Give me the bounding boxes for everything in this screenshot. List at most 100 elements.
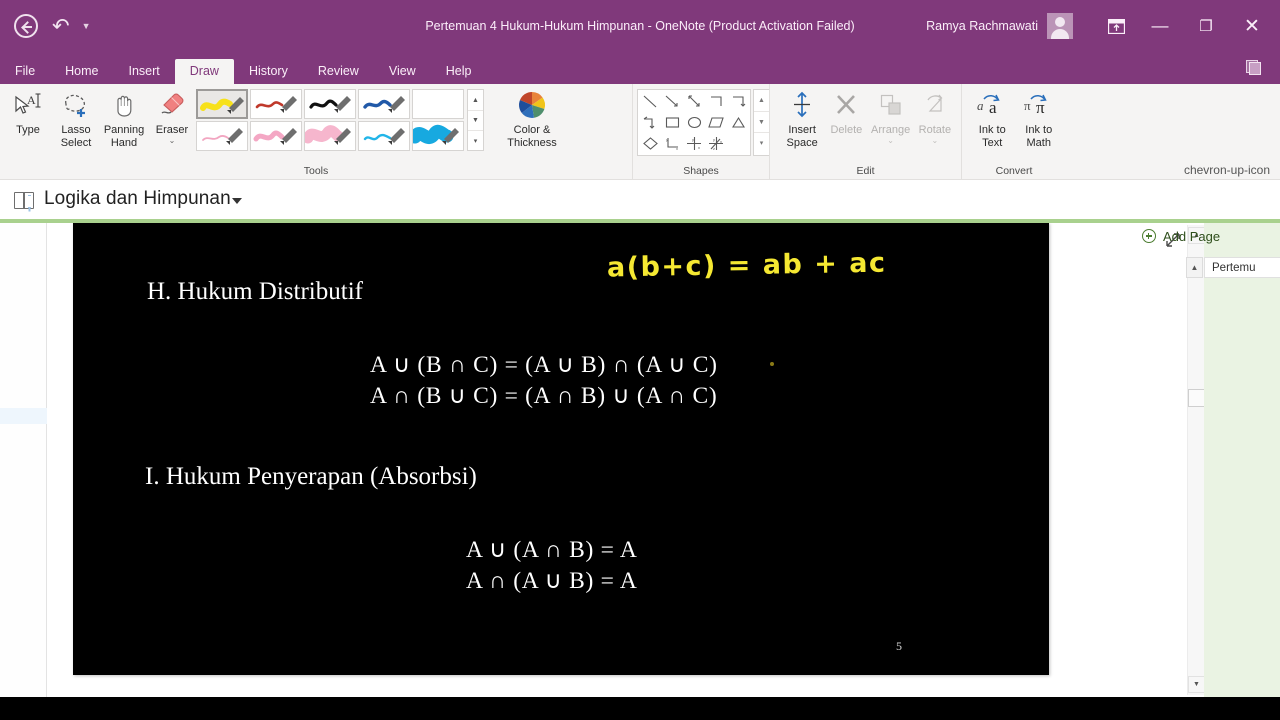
- eraser-button[interactable]: Eraser ⌄: [148, 84, 196, 156]
- page-canvas[interactable]: a(b+c) = ab + ac H. Hukum Distributif A …: [48, 223, 1105, 697]
- pen-blue[interactable]: [358, 89, 410, 119]
- lasso-select-label: Lasso Select: [60, 124, 92, 149]
- shapes-down-button[interactable]: ▼: [754, 111, 769, 132]
- svg-text:a: a: [977, 98, 984, 113]
- ribbon-tab-bar: File Home Insert Draw History Review Vie…: [0, 52, 1280, 84]
- pen-black[interactable]: [304, 89, 356, 119]
- axis-3d-icon[interactable]: yxz: [705, 133, 727, 154]
- tab-insert[interactable]: Insert: [114, 59, 175, 85]
- color-thickness-button[interactable]: Color & Thickness: [494, 84, 570, 156]
- type-tool-button[interactable]: A Type: [4, 84, 52, 156]
- axis-cross-icon[interactable]: yx: [683, 133, 705, 154]
- pen-empty-1[interactable]: [412, 89, 464, 119]
- shapes-group-label: Shapes: [683, 165, 719, 177]
- svg-text:π: π: [1024, 98, 1031, 113]
- svg-text:y: y: [713, 137, 715, 142]
- pen-pink[interactable]: [250, 121, 302, 151]
- tab-review[interactable]: Review: [303, 59, 374, 85]
- ellipse-icon[interactable]: [683, 112, 705, 133]
- slide-heading-distributif: H. Hukum Distributif: [147, 278, 363, 305]
- pen-pink-highlighter[interactable]: [304, 121, 356, 151]
- slide-heading-penyerapan: I. Hukum Penyerapan (Absorbsi): [145, 463, 477, 490]
- ribbon-collapse-icon[interactable]: chevron-up-icon: [1184, 163, 1270, 177]
- add-page-button[interactable]: Add Page: [1136, 223, 1280, 249]
- user-avatar-icon[interactable]: [1047, 13, 1073, 39]
- slide-page-number: 5: [896, 639, 902, 653]
- rectangle-icon[interactable]: [661, 112, 683, 133]
- diamond-icon[interactable]: [639, 133, 661, 154]
- delete-label: Delete: [830, 124, 863, 136]
- tab-draw[interactable]: Draw: [174, 58, 234, 84]
- pen-gallery-down-button[interactable]: ▼: [468, 110, 483, 130]
- notebook-bar: Logika dan Himpunan review Pertemuan 4 +…: [0, 181, 1280, 397]
- shapes-more-button[interactable]: ▾: [754, 132, 769, 153]
- insert-space-icon: [790, 88, 814, 122]
- svg-text:x: x: [720, 139, 722, 144]
- pen-gallery-nav: ▲ ▼ ▾: [467, 89, 484, 151]
- pen-yellow-highlighter[interactable]: [196, 89, 248, 119]
- ribbon-display-options-icon[interactable]: [1095, 11, 1137, 41]
- ribbon-group-edit: Insert Space Delete Arrange ⌄ Rotate ⌄ E…: [769, 84, 961, 180]
- tab-help[interactable]: Help: [431, 59, 487, 85]
- ribbon-group-shapes: yx yx yxz ▲ ▼ ▾ Shapes: [632, 84, 770, 180]
- line-icon[interactable]: [639, 91, 661, 112]
- arrow-line-icon[interactable]: [661, 91, 683, 112]
- scroll-down-arrow-icon[interactable]: ▼: [1188, 676, 1205, 693]
- panning-hand-button[interactable]: Panning Hand: [100, 84, 148, 156]
- pen-red[interactable]: [250, 89, 302, 119]
- shapes-up-button[interactable]: ▲: [754, 90, 769, 111]
- convert-group-label: Convert: [995, 165, 1033, 177]
- rotate-dropdown-caret: ⌄: [931, 135, 939, 145]
- account-name[interactable]: Ramya Rachmawati: [926, 19, 1038, 33]
- angle-arrow-icon[interactable]: [639, 112, 661, 133]
- corner-arrow-icon[interactable]: [727, 91, 749, 112]
- notebook-dropdown-icon[interactable]: [232, 198, 242, 204]
- svg-text:y: y: [692, 137, 694, 142]
- notebook-icon[interactable]: [14, 192, 34, 209]
- ink-to-text-icon: a a: [975, 88, 1009, 122]
- tab-home[interactable]: Home: [50, 59, 113, 85]
- pen-pink-thin[interactable]: [196, 121, 248, 151]
- lasso-select-button[interactable]: Lasso Select: [52, 84, 100, 156]
- corner-bracket-icon[interactable]: [705, 91, 727, 112]
- back-arrow-icon[interactable]: [14, 14, 38, 38]
- undo-icon[interactable]: ↶: [52, 16, 70, 37]
- rotate-icon: [921, 88, 949, 122]
- pen-cyan-highlighter[interactable]: [412, 121, 464, 151]
- ink-to-text-button[interactable]: a a Ink to Text: [969, 84, 1016, 156]
- canvas-vertical-scrollbar[interactable]: ▲ ▼: [1187, 225, 1205, 695]
- onenote-window: ↶ ▼ Pertemuan 4 Hukum-Hukum Himpunan - O…: [0, 0, 1280, 720]
- page-list-panel: Add Page ▲ Pertemu: [1142, 223, 1280, 697]
- page-list-item-pertemuan[interactable]: Pertemu: [1204, 257, 1280, 278]
- svg-text:x: x: [676, 146, 678, 151]
- tab-file[interactable]: File: [0, 59, 50, 85]
- ink-to-math-icon: π π: [1022, 88, 1056, 122]
- edit-group-label: Edit: [856, 165, 875, 177]
- restore-button[interactable]: ❐: [1183, 10, 1229, 42]
- pen-cyan-thin[interactable]: [358, 121, 410, 151]
- tab-view[interactable]: View: [374, 59, 431, 85]
- notebook-title[interactable]: Logika dan Himpunan: [44, 188, 231, 210]
- eraser-dropdown-caret[interactable]: ⌄: [169, 136, 176, 145]
- tools-group-label: Tools: [303, 165, 329, 177]
- double-arrow-icon[interactable]: [683, 91, 705, 112]
- parallelogram-icon[interactable]: [705, 112, 727, 133]
- scrollbar-thumb[interactable]: [1188, 389, 1205, 407]
- delete-x-icon: [833, 88, 859, 122]
- axis-2d-icon[interactable]: yx: [661, 133, 683, 154]
- pen-gallery-more-button[interactable]: ▾: [468, 130, 483, 150]
- pen-gallery: ▲ ▼ ▾: [196, 89, 484, 151]
- close-button[interactable]: ✕: [1229, 10, 1275, 42]
- quick-access-toolbar-dropdown-icon[interactable]: ▼: [82, 21, 91, 31]
- triangle-icon[interactable]: [727, 112, 749, 133]
- arrange-label: Arrange: [871, 124, 911, 136]
- ink-to-math-label: Ink to Math: [1025, 124, 1053, 149]
- tab-history[interactable]: History: [234, 59, 303, 85]
- pen-gallery-up-button[interactable]: ▲: [468, 90, 483, 110]
- pages-stack-icon[interactable]: [1240, 56, 1268, 80]
- handwritten-annotation: a(b+c) = ab + ac: [606, 247, 887, 284]
- ink-to-math-button[interactable]: π π Ink to Math: [1016, 84, 1063, 156]
- minimize-button[interactable]: —: [1137, 10, 1183, 42]
- insert-space-button[interactable]: Insert Space: [780, 84, 824, 156]
- page-list-collapse-button[interactable]: ▲: [1186, 257, 1203, 278]
